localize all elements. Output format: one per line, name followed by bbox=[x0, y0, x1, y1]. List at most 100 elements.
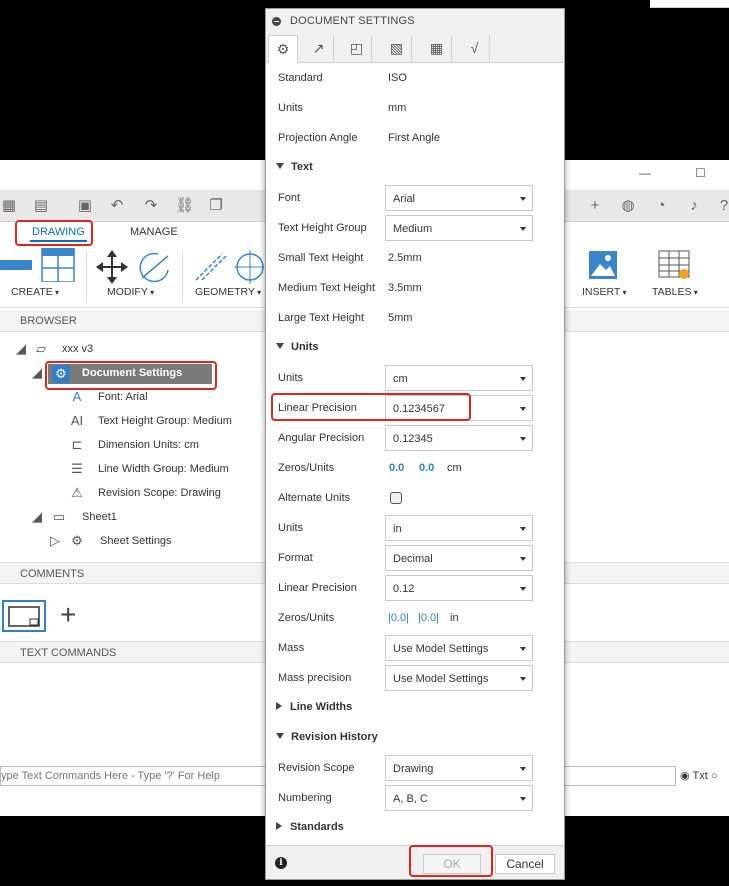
tree-item-dimension-units[interactable]: ⊏ Dimension Units: cm bbox=[68, 436, 248, 456]
create-group[interactable]: CREATE bbox=[11, 286, 59, 298]
tree-item-font[interactable]: A Font: Arial bbox=[68, 388, 248, 408]
geometry-icon[interactable] bbox=[192, 250, 264, 284]
unit-display-toggle[interactable]: cm bbox=[447, 462, 462, 474]
tab-tables-icon[interactable]: ▦ bbox=[422, 35, 452, 63]
info-icon[interactable]: i bbox=[275, 857, 287, 869]
units-group-header[interactable]: Units bbox=[276, 341, 319, 353]
minimize-icon[interactable]: — bbox=[639, 166, 651, 180]
copy-icon[interactable]: ❐ bbox=[207, 197, 225, 215]
tree-item-text-height-group[interactable]: AI Text Height Group: Medium bbox=[68, 412, 248, 432]
collapse-triangle-icon[interactable]: ◢ bbox=[28, 509, 46, 527]
tab-manage[interactable]: MANAGE bbox=[130, 226, 178, 238]
revision-scope-row: Revision Scope Drawing bbox=[278, 755, 558, 781]
add-comment-icon[interactable]: + bbox=[60, 600, 76, 630]
notification-bell-icon[interactable]: ♪ bbox=[685, 197, 703, 215]
link-icon[interactable]: ⛓ bbox=[175, 197, 194, 215]
font-row: Font Arial bbox=[278, 185, 558, 211]
font-select-value: Arial bbox=[393, 193, 416, 205]
radio-unselected-icon[interactable]: ○ bbox=[711, 770, 718, 782]
move-icon[interactable] bbox=[96, 250, 172, 284]
table-icon[interactable] bbox=[658, 250, 692, 280]
geometry-group[interactable]: GEOMETRY bbox=[195, 286, 261, 298]
alternate-units-checkbox[interactable] bbox=[390, 492, 402, 504]
expand-triangle-icon[interactable] bbox=[276, 702, 282, 710]
maximize-icon[interactable]: ☐ bbox=[695, 166, 706, 180]
alt-trailing-zero-toggle[interactable]: |0.0| bbox=[418, 612, 439, 624]
tab-general-gear-icon[interactable]: ⚙ bbox=[268, 35, 298, 64]
tree-root[interactable]: ◢ ▱ xxx v3 bbox=[12, 340, 112, 360]
cancel-button[interactable]: Cancel bbox=[495, 854, 555, 874]
tab-dimensions-icon[interactable]: ▧ bbox=[382, 35, 412, 63]
tab-views-icon[interactable]: ◰ bbox=[342, 35, 372, 63]
text-commands-label: TEXT COMMANDS bbox=[20, 647, 117, 659]
large-text-height-value: 5mm bbox=[388, 312, 413, 324]
tree-item-sheet1[interactable]: ◢ ▭ Sheet1 bbox=[28, 508, 168, 528]
expand-triangle-icon[interactable] bbox=[276, 822, 282, 830]
mass-precision-select[interactable]: Use Model Settings bbox=[385, 665, 533, 691]
alt-linear-precision-row: Linear Precision 0.12 bbox=[278, 575, 558, 601]
ok-button-highlight bbox=[409, 845, 493, 877]
revision-history-group-header[interactable]: Revision History bbox=[276, 731, 378, 743]
units-label: Units bbox=[278, 102, 304, 114]
help-icon[interactable]: ? bbox=[715, 197, 729, 215]
tree-item-sheet-settings[interactable]: ▷ ⚙ Sheet Settings bbox=[46, 532, 206, 552]
leading-zero-toggle[interactable]: 0.0 bbox=[389, 462, 404, 474]
alt-linear-precision-select[interactable]: 0.12 bbox=[385, 575, 533, 601]
trailing-zero-toggle[interactable]: 0.0 bbox=[419, 462, 434, 474]
tree-item-line-width-group[interactable]: ☰ Line Width Group: Medium bbox=[68, 460, 248, 480]
modify-group[interactable]: MODIFY bbox=[107, 286, 154, 298]
line-width-icon: ☰ bbox=[71, 461, 83, 476]
tree-item-label: Font: Arial bbox=[98, 391, 148, 403]
collapse-dialog-icon[interactable] bbox=[272, 17, 281, 26]
collapse-triangle-icon[interactable]: ◢ bbox=[12, 341, 30, 359]
file-icon[interactable]: ▤ bbox=[32, 197, 50, 215]
text-height-group-select[interactable]: Medium bbox=[385, 215, 533, 241]
document-settings-dialog: DOCUMENT SETTINGS ⚙ ↗ ◰ ▧ ▦ √ Standard I… bbox=[265, 8, 565, 880]
expand-triangle-icon[interactable]: ▷ bbox=[46, 533, 64, 551]
tab-symbols-icon[interactable]: √ bbox=[460, 35, 490, 63]
insert-group[interactable]: INSERT bbox=[582, 286, 627, 298]
add-icon[interactable]: + bbox=[586, 197, 604, 215]
sheet-icon: ▭ bbox=[52, 509, 66, 524]
txt-radio-option[interactable]: ◉ Txt ○ bbox=[680, 769, 717, 782]
create-view-icon[interactable] bbox=[0, 248, 76, 282]
numbering-label: Numbering bbox=[278, 792, 332, 804]
extensions-icon[interactable]: ◍ bbox=[619, 197, 637, 215]
insert-image-icon[interactable] bbox=[588, 250, 618, 280]
collapse-triangle-icon[interactable] bbox=[276, 343, 284, 349]
collapse-triangle-icon[interactable]: ◢ bbox=[28, 365, 46, 383]
alt-linear-precision-value: 0.12 bbox=[393, 583, 415, 595]
collapse-triangle-icon[interactable] bbox=[276, 733, 284, 739]
tree-item-revision-scope[interactable]: ⚠ Revision Scope: Drawing bbox=[68, 484, 248, 504]
dialog-title-bar[interactable]: DOCUMENT SETTINGS bbox=[266, 9, 564, 33]
line-widths-group-header[interactable]: Line Widths bbox=[276, 701, 352, 713]
collapse-triangle-icon[interactable] bbox=[276, 163, 284, 169]
font-select[interactable]: Arial bbox=[385, 185, 533, 211]
tab-annotation-icon[interactable]: ↗ bbox=[304, 35, 334, 63]
grid-icon[interactable]: ▦ bbox=[0, 197, 18, 215]
tree-root-label: xxx v3 bbox=[62, 343, 94, 355]
revision-scope-select[interactable]: Drawing bbox=[385, 755, 533, 781]
numbering-select[interactable]: A, B, C bbox=[385, 785, 533, 811]
revision-scope-label: Revision Scope bbox=[278, 762, 355, 774]
clock-icon[interactable]: ◔ bbox=[652, 197, 670, 215]
angular-precision-select[interactable]: 0.12345 bbox=[385, 425, 533, 451]
alt-units-select[interactable]: in bbox=[385, 515, 533, 541]
text-group-header[interactable]: Text bbox=[276, 161, 313, 173]
command-placeholder: ype Text Commands Here - Type '?' For He… bbox=[1, 770, 220, 782]
undo-icon[interactable]: ↶ bbox=[108, 197, 126, 215]
mass-select[interactable]: Use Model Settings bbox=[385, 635, 533, 661]
save-icon[interactable]: ▣ bbox=[76, 197, 94, 215]
zeros-units-label: Zeros/Units bbox=[278, 462, 335, 474]
alt-unit-display-toggle[interactable]: in bbox=[450, 612, 459, 624]
comment-thumbnail[interactable] bbox=[2, 600, 46, 632]
alt-leading-zero-toggle[interactable]: |0.0| bbox=[388, 612, 409, 624]
standards-group-header[interactable]: Standards bbox=[276, 821, 344, 833]
radio-selected-icon[interactable]: ◉ bbox=[680, 770, 690, 782]
redo-icon[interactable]: ↷ bbox=[142, 197, 160, 215]
format-select[interactable]: Decimal bbox=[385, 545, 533, 571]
small-text-height-row: Small Text Height 2.5mm bbox=[278, 245, 558, 271]
tables-group[interactable]: TABLES bbox=[652, 286, 698, 298]
dimension-units-select[interactable]: cm bbox=[385, 365, 533, 391]
dimension-units-label: Units bbox=[278, 372, 304, 384]
